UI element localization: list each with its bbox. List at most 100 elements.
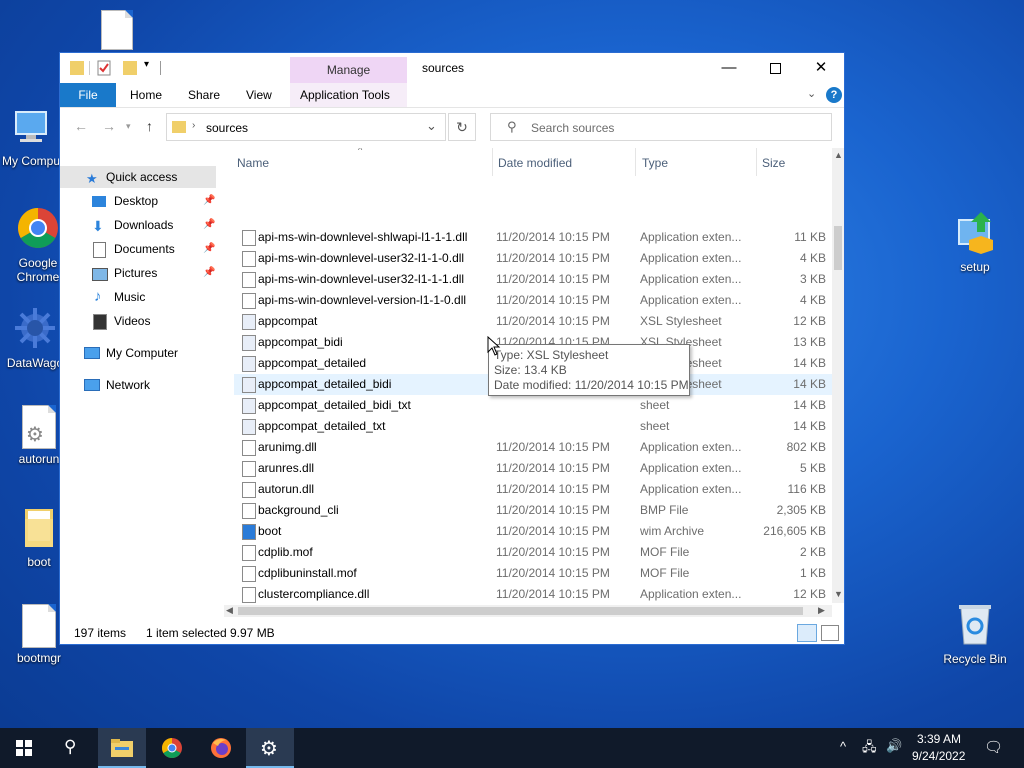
up-arrow-icon[interactable]: ↑ — [146, 118, 153, 134]
tab-home[interactable]: Home — [120, 83, 172, 107]
pin-icon[interactable]: 📌 — [203, 190, 215, 212]
file-size: 802 KB — [786, 440, 826, 454]
nav-item-label: Pictures — [114, 266, 158, 280]
firefox-icon — [211, 738, 231, 758]
nav-item-pictures[interactable]: Pictures 📌 — [60, 262, 220, 284]
action-center-icon[interactable]: 🗨 — [984, 738, 1003, 756]
scroll-right-arrow-icon[interactable]: ▶ — [818, 605, 825, 616]
desktop-icon-my-computer[interactable]: My Compu — [0, 108, 62, 168]
nav-item-network[interactable]: Network — [60, 374, 220, 396]
table-row[interactable]: arunimg.dll 11/20/2014 10:15 PM Applicatio… — [234, 437, 832, 458]
forward-arrow-icon[interactable]: → — [102, 118, 116, 134]
tab-view[interactable]: View — [236, 83, 282, 107]
table-row[interactable]: autorun.dll 11/20/2014 10:15 PM Applicatio… — [234, 479, 832, 500]
back-arrow-icon[interactable]: ← — [74, 118, 88, 134]
column-header-date-modified[interactable]: Date modified — [498, 156, 572, 172]
tab-share[interactable]: Share — [178, 83, 230, 107]
column-header-name[interactable]: Name — [237, 156, 269, 172]
table-row[interactable]: api-ms-win-downlevel-user32-l1-1-1.dll 11… — [234, 269, 832, 290]
expand-ribbon-chevron-icon[interactable]: ⌄ — [807, 87, 816, 100]
nav-item-quick-access[interactable]: ★ Quick access — [60, 166, 216, 188]
desktop-icon-label: Recycle Bin — [943, 652, 1007, 666]
table-row[interactable]: background_cli 11/20/2014 10:15 PM BMP Fil… — [234, 500, 832, 521]
column-divider[interactable] — [756, 148, 757, 176]
maximize-button[interactable] — [752, 53, 798, 83]
new-folder-icon[interactable] — [123, 59, 137, 77]
column-divider[interactable] — [635, 148, 636, 176]
breadcrumb-sources[interactable]: sources — [206, 121, 248, 135]
dll-icon — [242, 230, 256, 246]
file-date-modified: 11/20/2014 10:15 PM — [496, 251, 610, 265]
network-tray-icon[interactable]: 🖧 — [862, 738, 877, 760]
desktop-icon-top-file[interactable] — [78, 10, 156, 53]
nav-item-desktop[interactable]: Desktop 📌 — [60, 190, 220, 212]
column-divider[interactable] — [492, 148, 493, 176]
desktop-icon-label: setup — [960, 260, 990, 274]
details-view-button[interactable] — [797, 624, 817, 642]
show-hidden-icons-chevron-icon[interactable]: ^ — [840, 739, 846, 754]
customize-quick-access-icon[interactable]: ▾ — [144, 59, 149, 77]
taskbar: ⚲ ⚙ ^ 🖧 🔊 3:39 AM 9/24/2022 🗨 — [0, 728, 1024, 768]
table-row[interactable]: appcompat_detailed_txt sheet 14 KB — [234, 416, 832, 437]
minimize-button[interactable]: — — [706, 53, 752, 83]
horizontal-scroll-thumb[interactable] — [238, 607, 803, 615]
table-row[interactable]: arunres.dll 11/20/2014 10:15 PM Applicatio… — [234, 458, 832, 479]
table-row[interactable]: api-ms-win-downlevel-version-l1-1-0.dll 1… — [234, 290, 832, 311]
nav-item-my-computer[interactable]: My Computer — [60, 342, 220, 364]
tab-file[interactable]: File — [60, 83, 116, 107]
vertical-scrollbar[interactable]: ▲ ▼ — [832, 148, 844, 603]
file-info-tooltip: Type: XSL Stylesheet Size: 13.4 KB Date … — [488, 344, 690, 396]
refresh-button[interactable]: ↻ — [448, 113, 476, 141]
file-date-modified: 11/20/2014 10:15 PM — [496, 272, 610, 286]
nav-item-documents[interactable]: Documents 📌 — [60, 238, 220, 260]
scroll-left-arrow-icon[interactable]: ◀ — [226, 605, 233, 616]
horizontal-scrollbar[interactable]: ◀ ▶ — [224, 605, 832, 617]
tab-application-tools[interactable]: Application Tools — [290, 83, 407, 107]
file-explorer-window[interactable]: ▾ Manage sources — ✕ File Home Share Vie… — [59, 52, 845, 645]
table-row[interactable]: boot 11/20/2014 10:15 PM wim Archive 216,60… — [234, 521, 832, 542]
clock-time[interactable]: 3:39 AM — [917, 732, 961, 746]
tab-manage[interactable]: Manage — [290, 57, 407, 83]
pin-icon[interactable]: 📌 — [203, 214, 215, 236]
recent-locations-chevron-icon[interactable]: ▾ — [126, 121, 131, 132]
address-bar[interactable]: › sources ⌄ — [166, 113, 446, 141]
table-row[interactable]: appcompat 11/20/2014 10:15 PM XSL Styleshe… — [234, 311, 832, 332]
taskbar-file-explorer[interactable] — [98, 728, 146, 768]
search-box[interactable]: ⚲ — [490, 113, 832, 141]
start-button[interactable] — [0, 728, 48, 768]
taskbar-settings[interactable]: ⚙ — [246, 728, 294, 768]
table-row[interactable]: api-ms-win-downlevel-shlwapi-l1-1-1.dll 1… — [234, 227, 832, 248]
taskbar-chrome[interactable] — [148, 728, 196, 768]
search-input[interactable] — [529, 120, 823, 136]
nav-item-downloads[interactable]: ⬇ Downloads 📌 — [60, 214, 220, 236]
close-button[interactable]: ✕ — [798, 53, 844, 83]
taskbar-firefox[interactable] — [197, 728, 245, 768]
nav-item-music[interactable]: ♪ Music — [60, 286, 220, 308]
address-dropdown-chevron-icon[interactable]: ⌄ — [426, 118, 437, 134]
pin-icon[interactable]: 📌 — [203, 262, 215, 284]
table-row[interactable]: cdplib.mof 11/20/2014 10:15 PM MOF File 2 K… — [234, 542, 832, 563]
pin-icon[interactable]: 📌 — [203, 238, 215, 260]
volume-icon[interactable]: 🔊 — [886, 738, 902, 754]
table-row[interactable]: api-ms-win-downlevel-user32-l1-1-0.dll 11… — [234, 248, 832, 269]
table-row[interactable]: clustercompliance.dll 11/20/2014 10:15 PM… — [234, 584, 832, 603]
file-date-modified: 11/20/2014 10:15 PM — [496, 314, 610, 328]
help-icon[interactable]: ? — [826, 87, 842, 103]
large-icons-view-button[interactable] — [821, 625, 839, 641]
desktop-icon-setup[interactable]: setup — [936, 210, 1014, 274]
table-row[interactable]: cdplibuninstall.mof 11/20/2014 10:15 PM MO… — [234, 563, 832, 584]
column-header-type[interactable]: Type — [642, 156, 668, 172]
desktop-icon-recycle-bin[interactable]: Recycle Bin — [936, 602, 1014, 666]
clock-date[interactable]: 9/24/2022 — [912, 749, 965, 763]
column-header-size[interactable]: Size — [762, 156, 785, 172]
properties-icon[interactable] — [96, 59, 112, 77]
vertical-scroll-thumb[interactable] — [834, 226, 842, 270]
taskbar-search-button[interactable]: ⚲ — [48, 728, 96, 768]
title-bar[interactable]: ▾ Manage sources — ✕ — [60, 53, 844, 83]
file-type: Application exten... — [640, 440, 742, 454]
scroll-up-arrow-icon[interactable]: ▲ — [834, 150, 843, 160]
nav-item-videos[interactable]: Videos — [60, 310, 220, 332]
scroll-down-arrow-icon[interactable]: ▼ — [834, 589, 843, 599]
file-size: 2,305 KB — [776, 503, 826, 517]
table-row[interactable]: appcompat_detailed_bidi_txt sheet 14 KB — [234, 395, 832, 416]
